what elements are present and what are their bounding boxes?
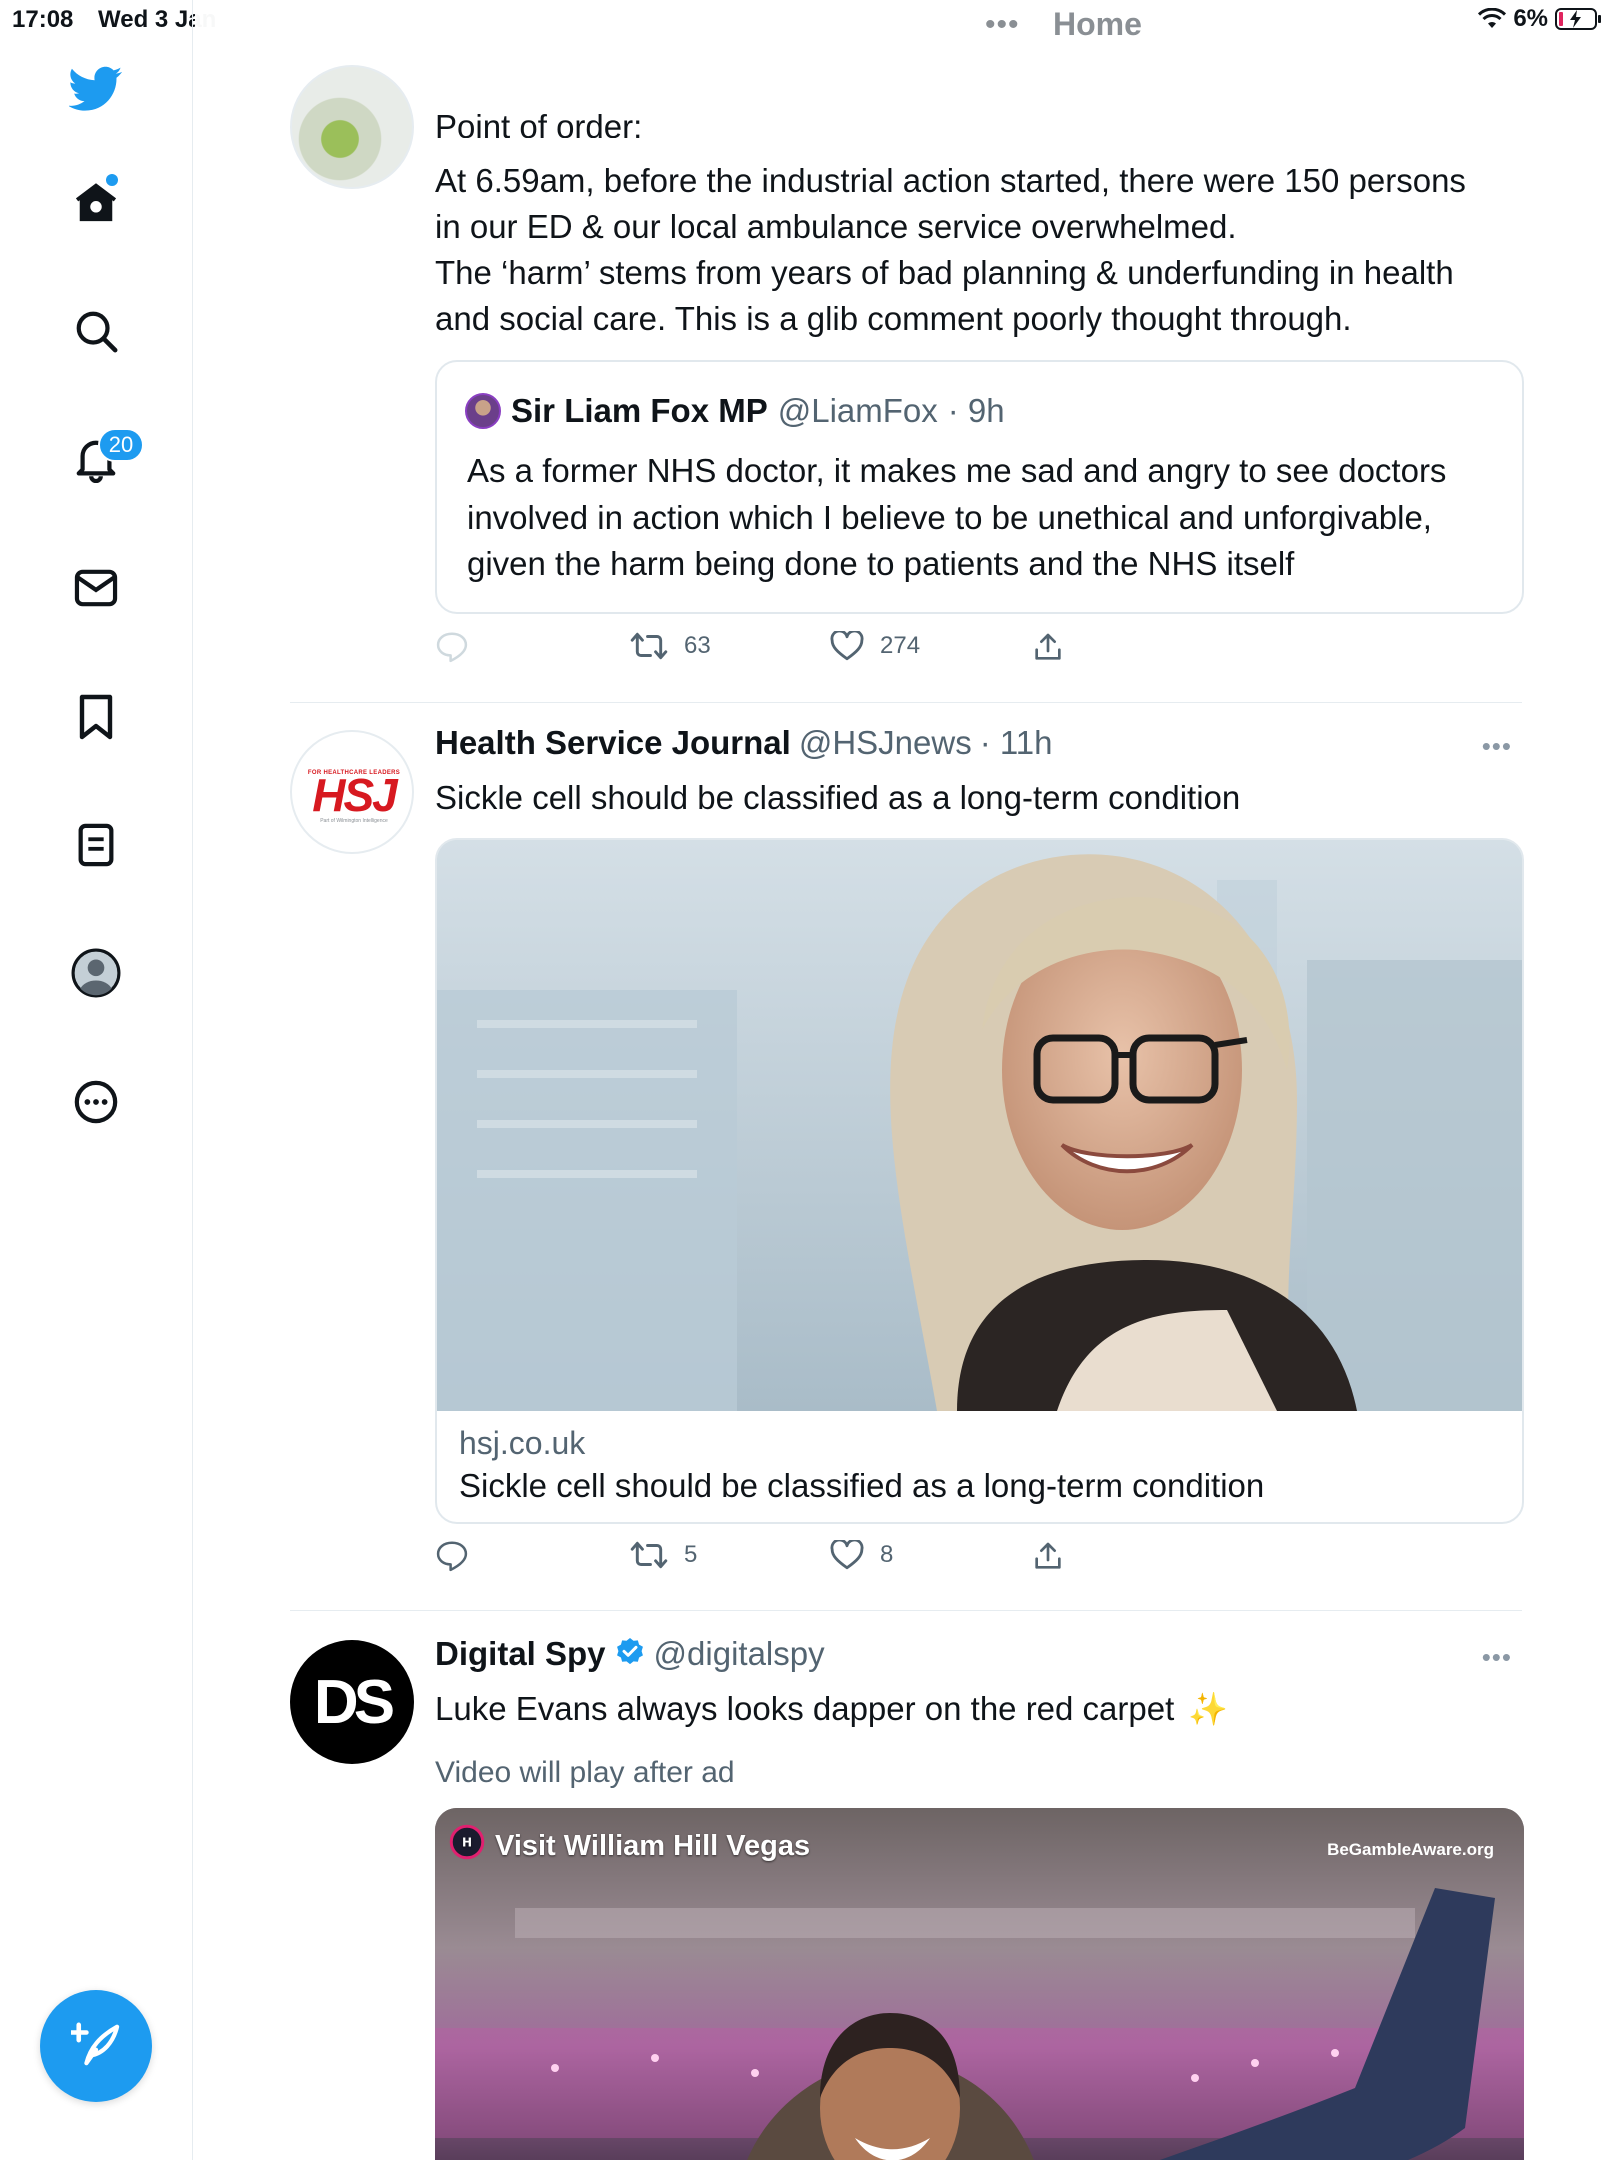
- retweet-button[interactable]: 5: [630, 1540, 697, 1570]
- quoted-text-line: As a former NHS doctor, it makes me sad …: [467, 452, 1447, 489]
- tweet-text: At 6.59am, before the industrial action …: [435, 158, 1525, 342]
- link-preview-photo: [437, 840, 1522, 1411]
- tweet[interactable]: Point of order: At 6.59am, before the in…: [290, 0, 1525, 705]
- reply-icon: [435, 1540, 469, 1572]
- like-button[interactable]: 274: [830, 631, 920, 661]
- like-count: 8: [880, 1541, 894, 1568]
- tweet-author-avatar[interactable]: DS: [290, 1640, 414, 1764]
- like-count: 274: [880, 632, 921, 659]
- sidebar-item-messages[interactable]: [62, 554, 130, 622]
- quoted-tweet-time: · 9h: [947, 392, 1005, 429]
- tweet-text-line: and social care. This is a glib comment …: [435, 300, 1352, 337]
- quoted-tweet-card[interactable]: Sir Liam Fox MP @LiamFox · 9h As a forme…: [435, 360, 1524, 614]
- share-icon: [1032, 631, 1064, 663]
- search-icon: [73, 308, 119, 354]
- sidebar-item-lists[interactable]: [62, 811, 130, 879]
- link-preview-card[interactable]: hsj.co.uk Sickle cell should be classifi…: [435, 838, 1524, 1524]
- tweet[interactable]: FOR HEALTHCARE LEADERS HSJ Part of Wilmi…: [290, 705, 1524, 1612]
- share-button[interactable]: [1032, 1540, 1064, 1572]
- tweet-time[interactable]: · 11h: [980, 724, 1053, 762]
- battery-charging-icon: [1554, 6, 1604, 32]
- gamble-aware-text: BeGambleAware.org: [1327, 1840, 1494, 1859]
- quoted-author-avatar: [465, 393, 501, 429]
- sidebar-nav: 20: [0, 0, 193, 2160]
- compose-tweet-button[interactable]: [40, 1990, 152, 2102]
- bookmark-icon: [76, 693, 116, 741]
- reply-icon: [435, 631, 469, 663]
- compose-tweet-icon: [68, 2021, 121, 2072]
- twitter-logo-icon[interactable]: [62, 55, 130, 123]
- link-domain: hsj.co.uk: [459, 1425, 586, 1461]
- quoted-text-line: involved in action which I believe to be…: [467, 498, 1432, 536]
- digitalspy-logo: DS: [313, 1667, 395, 1737]
- heart-icon: [830, 631, 864, 661]
- share-button[interactable]: [1032, 631, 1064, 663]
- video-ad-text: Visit William Hill Vegas: [495, 1829, 811, 1862]
- video-note: Video will play after ad: [435, 1756, 735, 1789]
- home-new-indicator: [106, 174, 118, 186]
- more-circle-icon: [73, 1079, 119, 1125]
- list-icon: [76, 822, 116, 868]
- svg-text:H: H: [462, 1836, 472, 1850]
- tweet-author-avatar[interactable]: [290, 65, 414, 189]
- author-name[interactable]: Digital Spy: [435, 1635, 606, 1673]
- tweet[interactable]: DS Digital Spy @digitalspy ••• Luke Evan…: [290, 1612, 1524, 2160]
- hsj-logo: HSJ: [312, 769, 397, 821]
- profile-avatar-icon: [71, 948, 121, 998]
- quoted-text-line: given the harm being done to patients an…: [467, 545, 1295, 582]
- tweet-separator: [290, 1610, 1522, 1611]
- sidebar-item-profile[interactable]: [62, 939, 130, 1007]
- tweet-text: Luke Evans always looks dapper on the re…: [435, 1690, 1175, 1727]
- mail-icon: [73, 568, 119, 608]
- link-title: Sickle cell should be classified as a lo…: [459, 1467, 1265, 1504]
- video-ad-label[interactable]: H Visit William Hill Vegas: [449, 1824, 810, 1868]
- tweet-author-avatar[interactable]: FOR HEALTHCARE LEADERS HSJ Part of Wilmi…: [290, 730, 414, 854]
- video-player[interactable]: H Visit William Hill Vegas BeGambleAware…: [435, 1808, 1524, 2160]
- author-name[interactable]: Health Service Journal: [435, 724, 791, 762]
- sidebar-item-home[interactable]: [62, 168, 130, 236]
- quoted-author-handle: @LiamFox: [777, 392, 938, 429]
- tweet-text-line: At 6.59am, before the industrial action …: [435, 162, 1466, 199]
- william-hill-logo-icon: H: [449, 1824, 485, 1868]
- tweet-text: Sickle cell should be classified as a lo…: [435, 779, 1241, 816]
- tweet-text-line: The ‘harm’ stems from years of bad plann…: [435, 254, 1454, 291]
- notifications-count-badge: 20: [98, 428, 144, 462]
- quoted-author-name: Sir Liam Fox MP: [511, 392, 768, 429]
- tweet-text-line: in our ED & our local ambulance service …: [435, 208, 1237, 245]
- sparkles-icon: ✨: [1188, 1691, 1229, 1727]
- tweet-separator: [290, 702, 1522, 703]
- more-options-icon[interactable]: •••: [1482, 1642, 1512, 1673]
- reply-button[interactable]: [435, 1540, 469, 1572]
- quoted-tweet-text: As a former NHS doctor, it makes me sad …: [467, 448, 1497, 588]
- tweet-text-row: Luke Evans always looks dapper on the re…: [435, 1686, 1228, 1732]
- home-icon: [73, 180, 119, 224]
- sidebar-item-explore[interactable]: [62, 297, 130, 365]
- retweet-icon: [630, 1540, 668, 1570]
- hsj-subtitle: Part of Wilmington Intelligence: [320, 818, 388, 824]
- tweet-header: Digital Spy @digitalspy: [435, 1635, 825, 1673]
- reply-button[interactable]: [435, 631, 469, 663]
- sidebar-item-more[interactable]: [62, 1068, 130, 1136]
- author-handle[interactable]: @digitalspy: [654, 1635, 825, 1673]
- verified-badge-icon: [614, 1636, 646, 1673]
- retweet-button[interactable]: 63: [630, 631, 711, 661]
- author-handle[interactable]: @HSJnews: [799, 724, 972, 762]
- sidebar-item-bookmarks[interactable]: [62, 683, 130, 751]
- retweet-icon: [630, 631, 668, 661]
- tweet-header: Health Service Journal @HSJnews · 11h: [435, 724, 1053, 762]
- quoted-tweet-header: Sir Liam Fox MP @LiamFox · 9h: [465, 392, 1005, 430]
- retweet-count: 5: [684, 1541, 698, 1568]
- tweet-text-partial: Point of order:: [435, 108, 643, 138]
- retweet-count: 63: [684, 632, 711, 659]
- more-options-icon[interactable]: •••: [1482, 731, 1512, 762]
- share-icon: [1032, 1540, 1064, 1572]
- heart-icon: [830, 1540, 864, 1570]
- link-preview-image: [437, 840, 1522, 1411]
- like-button[interactable]: 8: [830, 1540, 893, 1570]
